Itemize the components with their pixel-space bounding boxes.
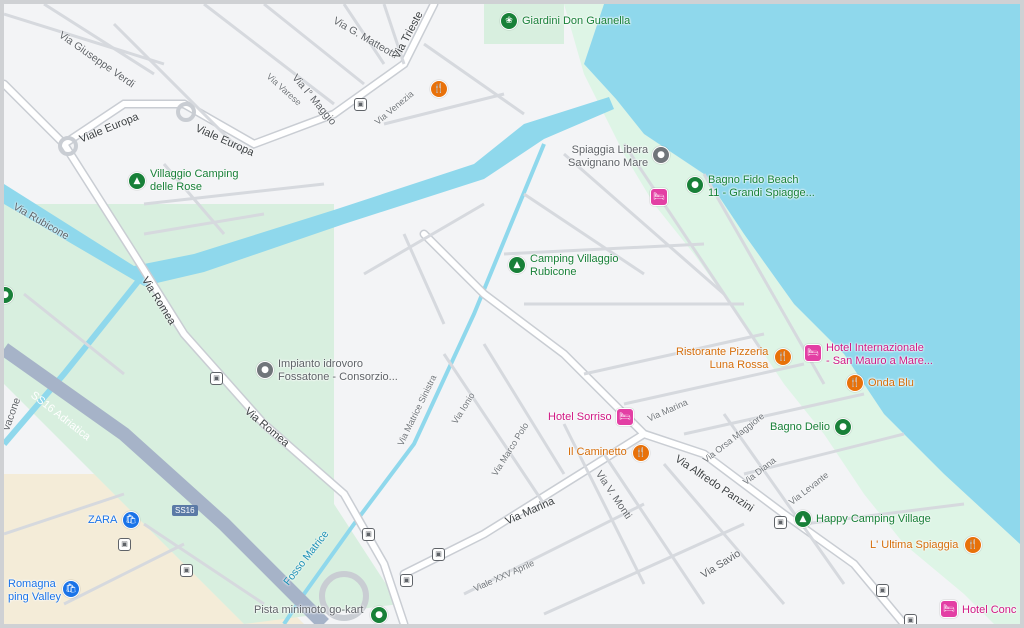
hotel-icon[interactable]: 🛏	[650, 188, 668, 206]
poi-bagno-fido-label[interactable]: Bagno Fido Beach 11 - Grandi Spiagge...	[708, 174, 815, 200]
poi-romagna-line1: Romagna	[8, 578, 56, 590]
shopping-bag-icon[interactable]: 🛍	[122, 511, 140, 529]
poi-ultima-spiaggia-label[interactable]: L' Ultima Spiaggia	[870, 539, 958, 552]
poi-camping-rubicone-label[interactable]: Camping Villaggio Rubicone	[530, 253, 618, 279]
restaurant-icon[interactable]: 🍴	[846, 374, 864, 392]
camping-icon[interactable]: ▲	[508, 256, 526, 274]
beach-icon[interactable]: ●	[834, 418, 852, 436]
hotel-icon[interactable]: 🛏	[616, 408, 634, 426]
park-icon[interactable]: ❀	[500, 12, 518, 30]
poi-ristorante-line1: Ristorante Pizzeria	[676, 346, 769, 358]
bus-stop-icon[interactable]: ▣	[774, 516, 787, 529]
restaurant-icon[interactable]: 🍴	[964, 536, 982, 554]
poi-ristorante-luna-label[interactable]: Ristorante Pizzeria Luna Rossa	[676, 346, 768, 372]
camping-icon[interactable]: ▲	[128, 172, 146, 190]
poi-spiaggia-line1: Spiaggia Libera	[571, 144, 649, 156]
beach-generic-icon[interactable]: ●	[652, 146, 670, 164]
poi-giardini-label[interactable]: Giardini Don Guanella	[522, 15, 630, 28]
poi-pista-label[interactable]: Pista minimoto go-kart	[254, 604, 363, 617]
poi-villaggio-rose-line1: Villaggio Camping	[150, 168, 239, 180]
sea	[584, 4, 1020, 544]
ss16-badge: SS16	[172, 505, 198, 516]
poi-villaggio-rose-line2: delle Rose	[150, 181, 202, 193]
poi-villaggio-rose-label[interactable]: Villaggio Camping delle Rose	[150, 168, 238, 194]
poi-impianto-line2: Fossatone - Consorzio...	[278, 371, 398, 383]
poi-romagna-label[interactable]: Romagna ping Valley	[8, 578, 61, 604]
poi-romagna-line2: ping Valley	[8, 591, 61, 603]
park-icon[interactable]: ●	[370, 606, 388, 624]
bus-stop-icon[interactable]: ▣	[904, 614, 917, 624]
map-base-layer	[4, 4, 1020, 624]
restaurant-icon[interactable]: 🍴	[632, 444, 650, 462]
poi-spiaggia-line2: Savignano Mare	[568, 157, 649, 169]
bus-stop-icon[interactable]: ▣	[362, 528, 375, 541]
camping-icon[interactable]: ▲	[794, 510, 812, 528]
poi-camping-rubicone-line2: Rubicone	[530, 266, 577, 278]
bus-stop-icon[interactable]: ▣	[876, 584, 889, 597]
poi-happy-camping-label[interactable]: Happy Camping Village	[816, 513, 931, 526]
poi-bagno-fido-line1: Bagno Fido Beach	[708, 174, 799, 186]
poi-spiaggia-libera-label[interactable]: Spiaggia Libera Savignano Mare	[568, 144, 648, 170]
poi-bagno-fido-line2: 11 - Grandi Spiagge...	[708, 187, 815, 199]
bus-stop-icon[interactable]: ▣	[210, 372, 223, 385]
hotel-icon[interactable]: 🛏	[940, 600, 958, 618]
map-canvas[interactable]: Via Giuseppe Verdi Via G. Matteotti Via …	[4, 4, 1020, 624]
poi-hotel-conc-label[interactable]: Hotel Conc	[962, 604, 1016, 617]
poi-camping-rubicone-line1: Camping Villaggio	[530, 253, 619, 265]
bus-stop-icon[interactable]: ▣	[432, 548, 445, 561]
poi-ristorante-line2: Luna Rossa	[709, 359, 769, 371]
poi-impianto-line1: Impianto idrovoro	[278, 358, 363, 370]
poi-hotel-sorriso-label[interactable]: Hotel Sorriso	[548, 411, 612, 424]
poi-impianto-label[interactable]: Impianto idrovoro Fossatone - Consorzio..…	[278, 358, 398, 384]
restaurant-icon[interactable]: 🍴	[774, 348, 792, 366]
poi-onda-blu-label[interactable]: Onda Blu	[868, 377, 914, 390]
shopping-bag-icon[interactable]: 🛍	[62, 580, 80, 598]
bus-stop-icon[interactable]: ▣	[354, 98, 367, 111]
bus-stop-icon[interactable]: ▣	[400, 574, 413, 587]
building-icon[interactable]: ●	[256, 361, 274, 379]
beach-icon[interactable]: ●	[686, 176, 704, 194]
bus-stop-icon[interactable]: ▣	[118, 538, 131, 551]
poi-bagno-delio-label[interactable]: Bagno Delio	[770, 421, 830, 434]
restaurant-icon[interactable]: 🍴	[430, 80, 448, 98]
poi-hotel-int-line2: - San Mauro a Mare...	[826, 355, 933, 367]
poi-zara-label[interactable]: ZARA	[88, 514, 117, 527]
bus-stop-icon[interactable]: ▣	[180, 564, 193, 577]
poi-hotel-internazionale-label[interactable]: Hotel Internazionale - San Mauro a Mare..…	[826, 342, 933, 368]
poi-il-caminetto-label[interactable]: Il Caminetto	[568, 446, 627, 459]
hotel-icon[interactable]: 🛏	[804, 344, 822, 362]
poi-hotel-int-line1: Hotel Internazionale	[826, 342, 924, 354]
